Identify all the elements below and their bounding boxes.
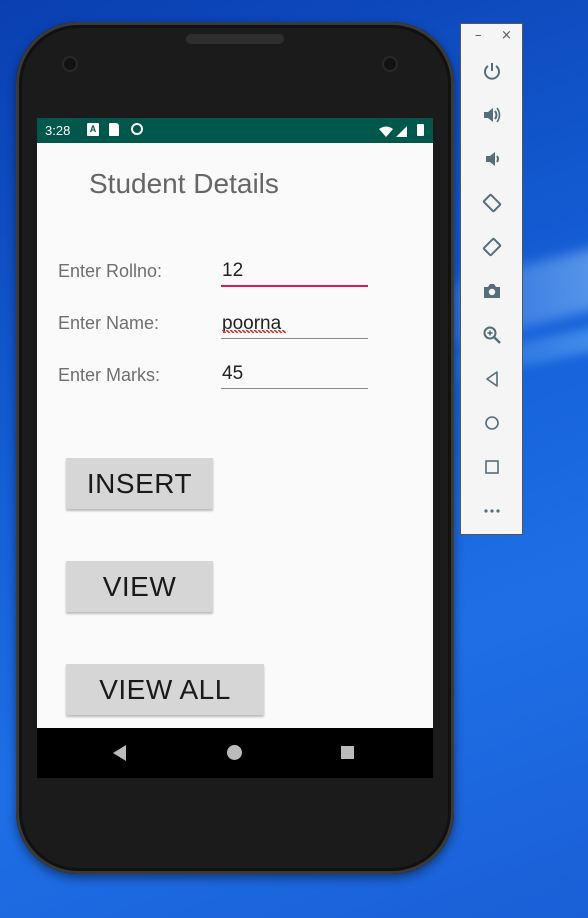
view-all-button[interactable]: VIEW ALL [66,664,264,715]
marks-label: Enter Marks: [58,365,161,385]
insert-button[interactable]: INSERT [66,458,213,509]
rotate-right-icon[interactable] [480,235,504,259]
camera-icon[interactable] [480,279,504,303]
page-title: Student Details [89,168,279,199]
navigation-bar [37,728,433,778]
notification-a-icon: A [87,123,99,136]
nav-home-icon[interactable] [227,745,242,760]
signal-icon [396,125,408,138]
power-icon[interactable] [480,59,504,83]
rollno-field[interactable] [221,257,368,287]
phone-sensor [62,56,78,72]
phone-speaker [186,34,284,44]
wifi-icon [379,125,393,138]
marks-field[interactable] [221,359,368,389]
minimize-button[interactable]: – [475,28,482,43]
name-field[interactable] [221,309,368,339]
desktop-background: 3:28 A Student Details Enter Rollno: Ent… [0,0,588,918]
more-icon[interactable] [480,499,504,523]
home-icon[interactable] [480,411,504,435]
nav-back-icon[interactable] [113,745,126,761]
sd-card-icon [109,123,119,136]
nav-recents-icon[interactable] [341,746,354,759]
back-icon[interactable] [480,367,504,391]
status-time: 3:28 [45,123,71,138]
device-screen: 3:28 A Student Details Enter Rollno: Ent… [37,118,433,778]
view-button[interactable]: VIEW [66,561,213,612]
volume-down-icon[interactable] [480,147,504,171]
zoom-icon[interactable] [480,323,504,347]
overview-icon[interactable] [480,455,504,479]
rollno-label: Enter Rollno: [58,261,163,281]
phone-camera [382,56,398,72]
status-bar: 3:28 A [37,118,433,143]
rotate-left-icon[interactable] [480,191,504,215]
battery-icon [417,124,424,136]
name-label: Enter Name: [58,313,160,333]
spellcheck-underline [222,330,286,333]
close-button[interactable]: × [501,28,512,43]
volume-up-icon[interactable] [480,103,504,127]
emulator-toolbar: – × [460,23,523,535]
sync-icon [131,123,143,135]
